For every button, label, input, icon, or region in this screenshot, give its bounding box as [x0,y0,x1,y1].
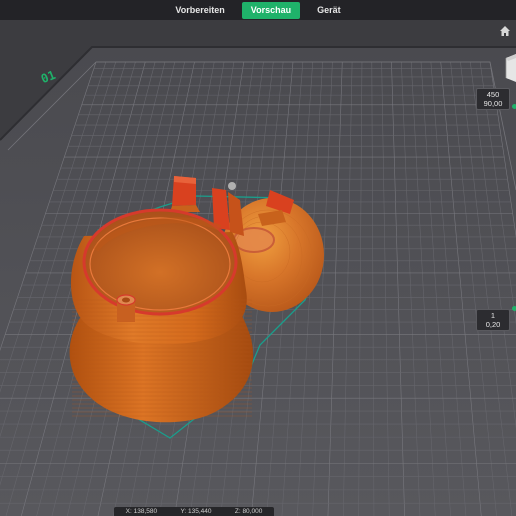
scene [0,46,516,516]
peg [116,294,136,322]
app: Vorbereiten Vorschau Gerät 01 450 90,00 … [0,0,516,516]
layer-bottom-number: 1 [490,311,496,320]
tab-vorschau[interactable]: Vorschau [241,1,301,19]
top-bar: Vorbereiten Vorschau Gerät [0,0,516,20]
home-icon[interactable] [498,24,512,38]
3d-viewport[interactable]: 01 [0,20,516,516]
layer-slider-bottom-handle[interactable] [512,306,516,311]
tab-geraet[interactable]: Gerät [308,2,350,19]
layer-top-number: 450 [486,90,500,99]
tab-vorbereiten[interactable]: Vorbereiten [166,2,233,19]
coord-x: X: 138,580 [125,508,158,515]
view-cube-icon[interactable] [502,52,516,82]
coord-y: Y: 135,440 [180,508,212,515]
layer-slider-top-handle[interactable] [512,104,516,109]
coordinate-readout: X: 138,580 Y: 135,440 Z: 80,000 [114,507,274,516]
coord-z: Z: 80,000 [234,508,263,515]
layer-top-height: 90,00 [483,99,503,108]
layer-slider-top-label: 450 90,00 [476,88,510,110]
layer-slider-bottom-label: 1 0,20 [476,309,510,331]
layer-bottom-height: 0,20 [485,320,501,329]
